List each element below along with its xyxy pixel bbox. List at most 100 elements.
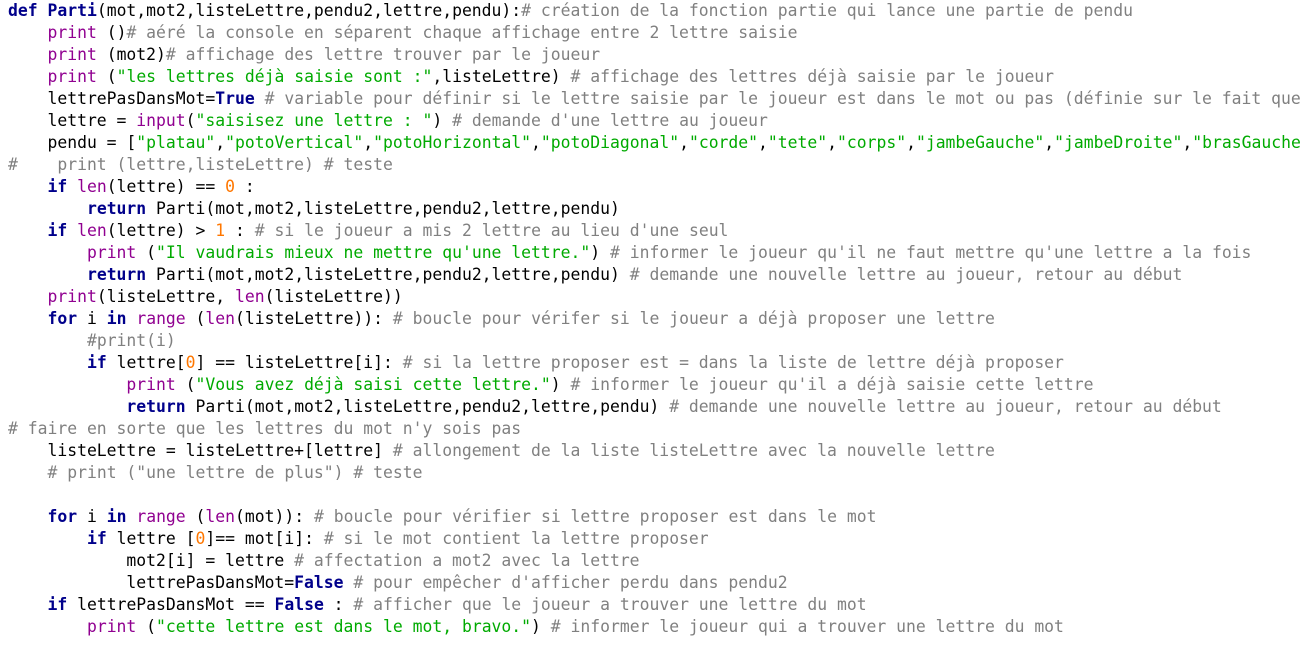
code-token-bi: len: [205, 309, 236, 328]
code-token-cm: # print ("une lettre de plus") # teste: [47, 463, 423, 482]
code-token-st: "Vous avez déjà saisi cette lettre.": [195, 375, 551, 394]
code-token-tx: ,: [679, 133, 689, 152]
code-line[interactable]: for i in range (len(mot)): # boucle pour…: [8, 506, 1312, 528]
code-line[interactable]: listeLettre = listeLettre+[lettre] # all…: [8, 440, 1312, 462]
code-token-bi: print: [47, 67, 97, 86]
code-token-bi: print: [86, 243, 137, 262]
code-line[interactable]: print (mot2)# affichage des lettre trouv…: [8, 44, 1312, 66]
code-token-st: "cette lettre est dans le mot, bravo.": [156, 617, 532, 636]
code-token-bi: print: [47, 23, 97, 42]
code-token-tx: i: [77, 507, 107, 526]
code-line[interactable]: # print (lettre,listeLettre) # teste: [8, 154, 1312, 176]
code-token-tx: ,: [827, 133, 837, 152]
code-token-tx: [8, 177, 47, 196]
code-line[interactable]: lettrePasDansMot=True # variable pour dé…: [8, 88, 1312, 110]
code-token-tx: lettre [: [106, 529, 196, 548]
code-token-tx: [8, 287, 47, 306]
code-line[interactable]: return Parti(mot,mot2,listeLettre,pendu2…: [8, 264, 1312, 286]
code-token-tx: (: [96, 67, 117, 86]
code-token-tx: ,: [1182, 133, 1193, 152]
code-token-bi: len: [205, 507, 236, 526]
code-line[interactable]: mot2[i] = lettre # affectation a mot2 av…: [8, 550, 1312, 572]
code-line[interactable]: # print ("une lettre de plus") # teste: [8, 462, 1312, 484]
code-token-tx: (lettre) ==: [106, 177, 226, 196]
code-token-st: "jambeGauche": [915, 133, 1045, 152]
code-line[interactable]: print(listeLettre, len(listeLettre)): [8, 286, 1312, 308]
code-token-kw: True: [215, 89, 255, 108]
code-token-tx: [67, 221, 77, 240]
code-token-st: "platau": [136, 133, 216, 152]
code-token-tx: (listeLettre)): [264, 287, 403, 306]
code-token-st: "corps": [837, 133, 907, 152]
code-token-cm: # informer le joueur qui a trouver une l…: [550, 617, 1064, 636]
code-token-nm: 0: [225, 177, 236, 196]
code-line[interactable]: [8, 484, 1312, 506]
code-token-cm: # affichage des lettres déjà saisie par …: [570, 67, 1055, 86]
code-line[interactable]: #print(i): [8, 330, 1312, 352]
code-token-tx: (listeLettre)):: [235, 309, 393, 328]
code-token-kw: for: [47, 507, 78, 526]
code-token-tx: (: [185, 309, 206, 328]
code-token-tx: (: [185, 111, 196, 130]
code-token-tx: [8, 463, 47, 482]
code-token-cm: # faire en sorte que les lettres du mot …: [8, 419, 522, 438]
code-token-tx: (: [136, 243, 157, 262]
code-token-tx: [8, 221, 47, 240]
code-token-cm: # affectation a mot2 avec la lettre: [294, 551, 640, 570]
code-token-tx: ,: [906, 133, 916, 152]
code-token-st: "potoHorizontal": [373, 133, 532, 152]
code-line[interactable]: if len(lettre) > 1 : # si le joueur a mi…: [8, 220, 1312, 242]
code-line[interactable]: for i in range (len(listeLettre)): # bou…: [8, 308, 1312, 330]
code-line[interactable]: lettre = input("saisisez une lettre : ")…: [8, 110, 1312, 132]
code-line[interactable]: return Parti(mot,mot2,listeLettre,pendu2…: [8, 396, 1312, 418]
code-token-kw: for: [47, 309, 78, 328]
code-line[interactable]: print ("Il vaudrais mieux ne mettre qu'u…: [8, 242, 1312, 264]
code-line[interactable]: pendu = ["platau","potoVertical","potoHo…: [8, 132, 1312, 154]
code-token-kw: def: [8, 1, 48, 20]
code-editor[interactable]: def Parti(mot,mot2,listeLettre,pendu2,le…: [0, 0, 1312, 663]
code-token-tx: ,: [215, 133, 226, 152]
code-token-tx: lettrePasDansMot ==: [67, 595, 275, 614]
code-token-tx: (mot2): [96, 45, 166, 64]
code-token-bi: print: [47, 45, 97, 64]
code-token-tx: [8, 309, 47, 328]
code-token-tx: (: [175, 375, 196, 394]
code-token-cm: # demande une nouvelle lettre au joueur,…: [629, 265, 1183, 284]
code-token-kw: in: [106, 309, 127, 328]
code-token-kw: if: [47, 177, 68, 196]
code-token-fn: Parti: [47, 1, 97, 20]
code-line[interactable]: print ("Vous avez déjà saisi cette lettr…: [8, 374, 1312, 396]
code-token-tx: [8, 397, 126, 416]
code-token-tx: ): [550, 375, 571, 394]
code-token-bi: print: [86, 617, 137, 636]
code-line[interactable]: if lettrePasDansMot == False : # affiche…: [8, 594, 1312, 616]
code-token-tx: pendu = [: [8, 133, 137, 152]
code-token-cm: # si la lettre proposer est = dans la li…: [402, 353, 1064, 372]
code-line[interactable]: if lettre [0]== mot[i]: # si le mot cont…: [8, 528, 1312, 550]
code-line[interactable]: print ("les lettres déjà saisie sont :",…: [8, 66, 1312, 88]
code-line[interactable]: if lettre[0] == listeLettre[i]: # si la …: [8, 352, 1312, 374]
code-token-cm: # informer le joueur qu'il a déjà saisie…: [570, 375, 1094, 394]
code-token-cm: # si le mot contient la lettre proposer: [323, 529, 709, 548]
code-line[interactable]: return Parti(mot,mot2,listeLettre,pendu2…: [8, 198, 1312, 220]
code-token-tx: (: [136, 617, 157, 636]
code-token-tx: [8, 331, 87, 350]
code-line[interactable]: # faire en sorte que les lettres du mot …: [8, 418, 1312, 440]
code-token-tx: ,: [758, 133, 768, 152]
code-token-cm: # pour empêcher d'afficher perdu dans pe…: [353, 573, 788, 592]
code-line[interactable]: def Parti(mot,mot2,listeLettre,pendu2,le…: [8, 0, 1312, 22]
code-token-tx: Parti(mot,mot2,listeLettre,pendu2,lettre…: [185, 397, 670, 416]
code-line[interactable]: print ()# aéré la console en séparent ch…: [8, 22, 1312, 44]
code-token-bi: range: [136, 309, 186, 328]
code-token-tx: i: [77, 309, 107, 328]
code-token-cm: # print (lettre,listeLettre) # teste: [8, 155, 393, 174]
code-token-tx: lettrePasDansMot=: [8, 573, 295, 592]
code-token-tx: [8, 353, 87, 372]
code-line[interactable]: if len(lettre) == 0 :: [8, 176, 1312, 198]
code-line[interactable]: lettrePasDansMot=False # pour empêcher d…: [8, 572, 1312, 594]
code-token-nm: 0: [195, 529, 206, 548]
code-token-tx: ,: [1044, 133, 1055, 152]
code-line[interactable]: print ("cette lettre est dans le mot, br…: [8, 616, 1312, 638]
code-token-nm: 0: [185, 353, 196, 372]
code-token-bi: print: [47, 287, 97, 306]
